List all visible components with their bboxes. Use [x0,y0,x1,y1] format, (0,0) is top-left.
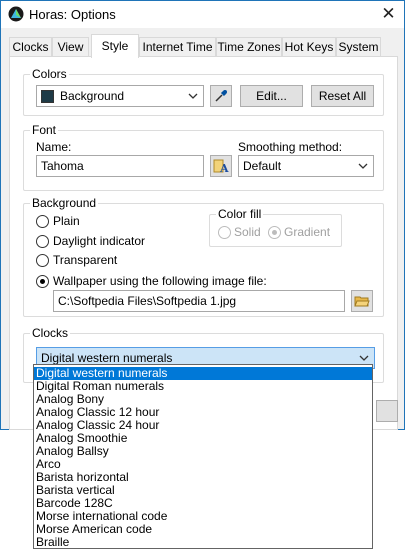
color-fill-label: Color fill [216,207,264,221]
tab-time-zones[interactable]: Time Zones [216,37,282,57]
daylight-indicator-radio[interactable] [36,235,49,248]
gradient-radio[interactable] [268,226,281,239]
folder-open-icon [354,296,370,307]
solid-radio[interactable] [218,226,231,239]
clocks-group-label: Clocks [30,326,71,340]
edit-button[interactable]: Edit... [240,85,303,107]
font-picker-button[interactable]: A [210,155,232,177]
gradient-label: Gradient [284,225,331,239]
chevron-down-icon [359,355,369,361]
background-group-label: Background [30,196,99,210]
smoothing-value: Default [243,159,282,173]
wallpaper-path-field[interactable]: C:\Softpedia Files\Softpedia 1.jpg [53,290,345,312]
ok-button-partial[interactable] [376,400,398,422]
tab-style[interactable]: Style [91,34,139,58]
solid-label: Solid [234,225,261,239]
colors-combo-value: Background [60,89,125,103]
app-icon [8,6,24,22]
browse-file-button[interactable] [351,290,373,312]
eyedropper-icon [215,90,227,102]
font-icon: A [213,159,229,174]
wallpaper-path-value: C:\Softpedia Files\Softpedia 1.jpg [58,294,237,308]
colors-group: Colors Background Edit... Reset All [23,67,384,116]
reset-all-button[interactable]: Reset All [311,85,374,107]
color-fill-group: Color fill Solid Gradient [209,207,342,247]
colors-combo[interactable]: Background [36,85,204,107]
tab-system[interactable]: System [336,37,381,57]
colors-group-label: Colors [30,67,69,81]
wallpaper-radio[interactable] [36,275,49,288]
wallpaper-label: Wallpaper using the following image file… [53,274,267,288]
tab-view[interactable]: View [52,37,89,57]
clock-style-value: Digital western numerals [41,351,173,365]
chevron-down-icon [358,163,368,169]
tab-clocks[interactable]: Clocks [9,37,52,57]
tab-internet-time[interactable]: Internet Time [139,37,216,57]
dropdown-item[interactable]: Braille [34,536,372,549]
transparent-radio[interactable] [36,254,49,267]
smoothing-label: Smoothing method: [238,140,343,154]
window-title: Horas: Options [29,7,116,22]
font-group-label: Font [30,123,59,137]
dropdown-item[interactable]: Morse American code [34,523,372,536]
svg-text:A: A [219,162,229,174]
daylight-indicator-label: Daylight indicator [53,234,146,248]
close-button[interactable]: ✕ [373,1,404,28]
color-picker-button[interactable] [210,85,232,107]
font-group: Font Name: Tahoma A Smoothing method: De… [23,123,384,191]
clock-style-dropdown-list[interactable]: Digital western numerals Digital Roman n… [33,364,373,549]
font-name-field[interactable]: Tahoma [36,155,204,177]
dropdown-item[interactable]: Analog Ballsy [34,445,372,458]
background-group: Background Plain Daylight indicator Tran… [23,196,384,317]
tab-hot-keys[interactable]: Hot Keys [282,37,336,57]
plain-radio[interactable] [36,215,49,228]
chevron-down-icon [188,93,198,99]
smoothing-combo[interactable]: Default [238,155,374,177]
font-name-value: Tahoma [41,159,84,173]
title-bar[interactable]: Horas: Options ✕ [1,1,404,28]
plain-label: Plain [53,214,80,228]
font-name-label: Name: [36,140,72,154]
color-swatch [41,90,54,103]
transparent-label: Transparent [53,253,118,267]
